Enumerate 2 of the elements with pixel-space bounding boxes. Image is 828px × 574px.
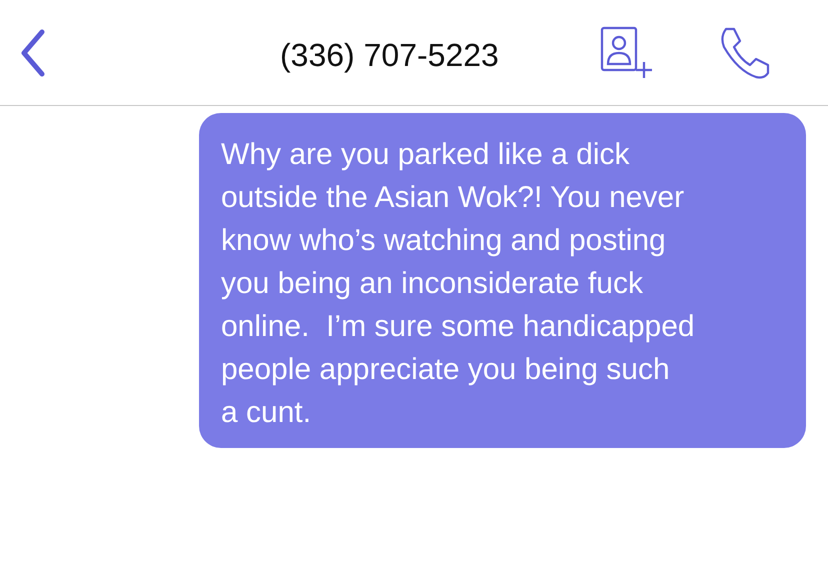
contact-title: (336) 707-5223 [280,37,499,74]
message-bubble: Why are you parked like a dick outside the Asian Wok?! You never know who’s watching and posting you being an inconsiderate fuck online. I’m sure some handicapped people appreciate you being such a cunt. [199,113,806,448]
